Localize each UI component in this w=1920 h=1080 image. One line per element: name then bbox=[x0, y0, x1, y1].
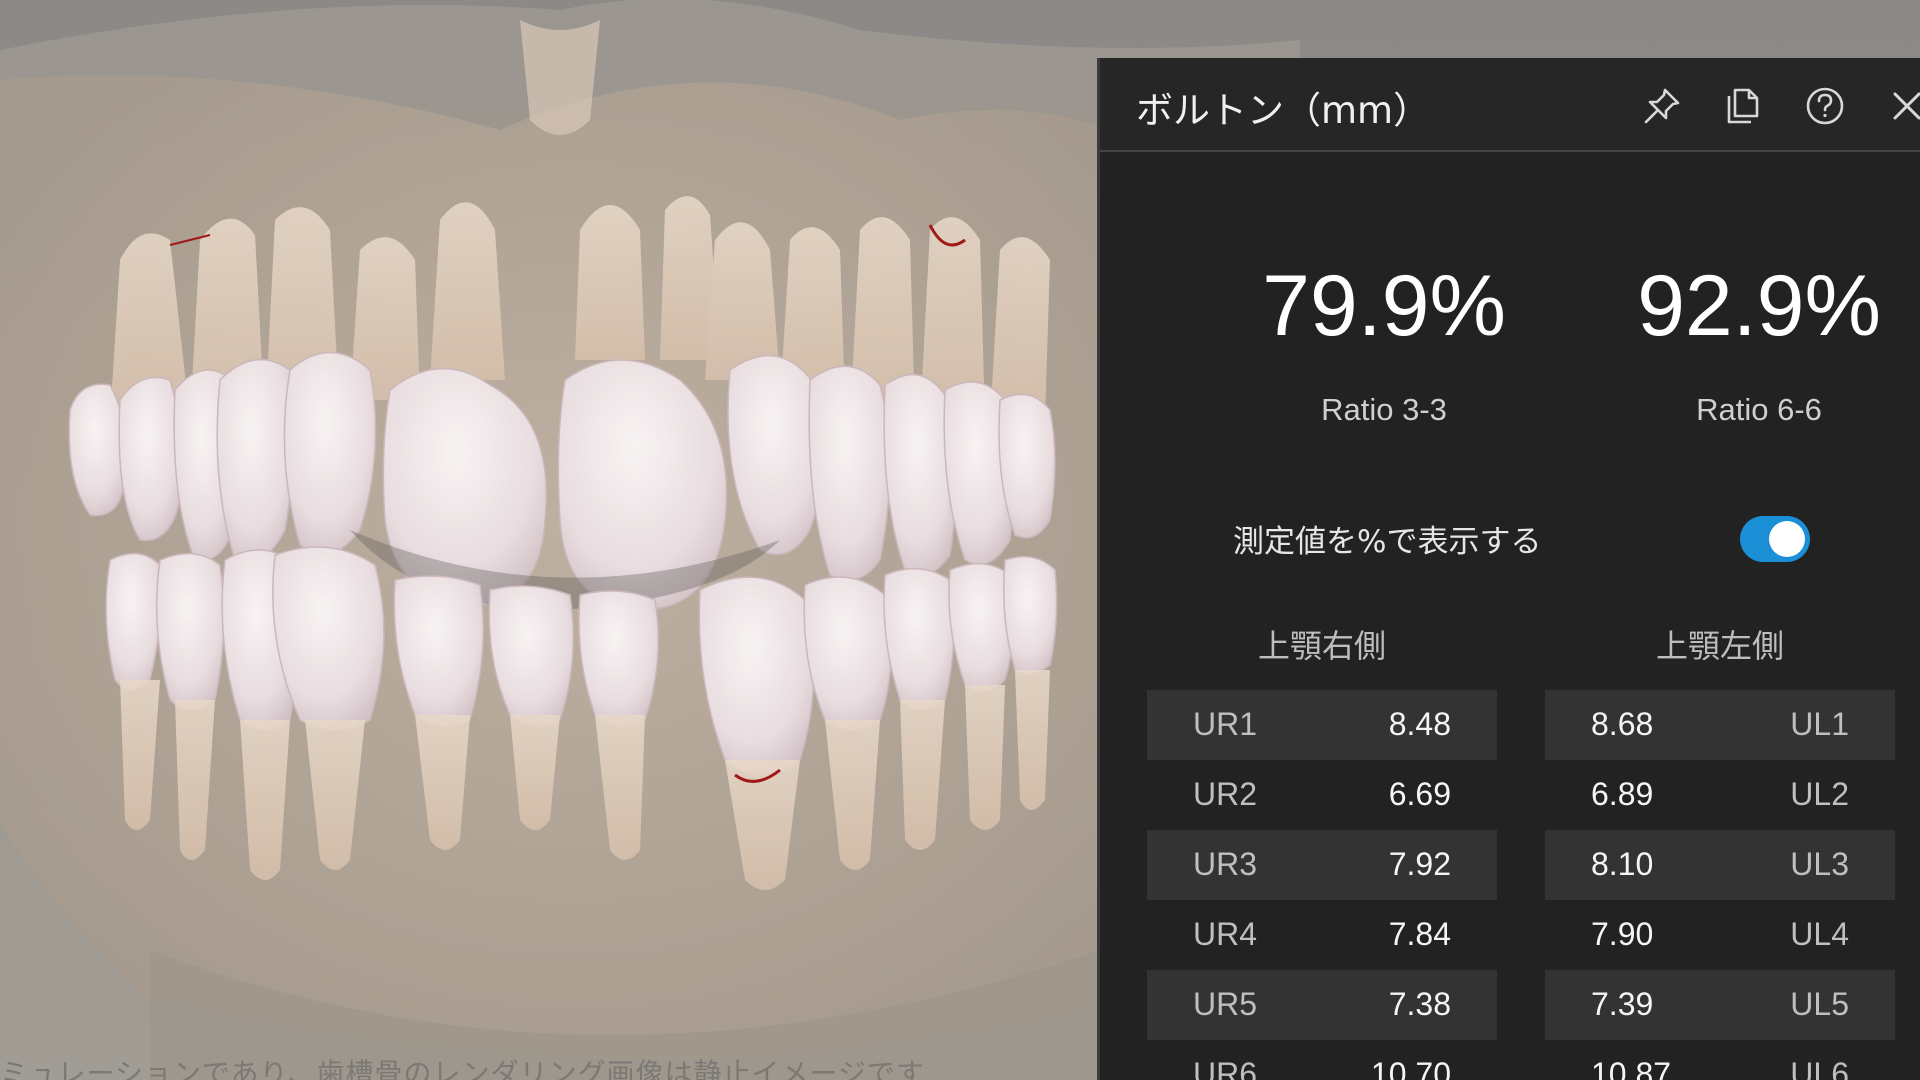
pin-icon[interactable] bbox=[1640, 84, 1684, 128]
bolton-panel: ボルトン（mm） 79.9% Ratio 3-3 92.9% Ratio 6-6… bbox=[1097, 58, 1920, 1080]
tooth-width-value: 10.87 bbox=[1591, 1056, 1672, 1080]
table-row: 8.68 UL1 bbox=[1545, 690, 1895, 760]
close-icon[interactable] bbox=[1885, 84, 1920, 128]
table-row: UR4 7.84 bbox=[1147, 900, 1497, 970]
app-window: ミュレーションであり、歯槽骨のレンダリング画像は静止イメージです ボルトン（mm… bbox=[0, 0, 1920, 1080]
tooth-width-value: 7.92 bbox=[1388, 846, 1451, 882]
table-row: UR3 7.92 bbox=[1147, 830, 1497, 900]
tooth-width-value: 6.89 bbox=[1591, 776, 1654, 812]
tooth-code: UR1 bbox=[1193, 706, 1258, 742]
tooth-width-value: 6.69 bbox=[1388, 776, 1451, 812]
help-icon[interactable] bbox=[1803, 84, 1847, 128]
upper-right-header: 上顎右側 bbox=[1257, 627, 1386, 665]
upper-left-header: 上顎左側 bbox=[1655, 627, 1784, 665]
tooth-code: UL5 bbox=[1790, 986, 1849, 1022]
tooth-width-value: 7.84 bbox=[1388, 916, 1451, 952]
upper-right-table: UR1 8.48 UR2 6.69 UR3 7.92 UR4 7.84 UR5 7.38 UR6 10… bbox=[1147, 690, 1497, 1080]
tooth-width-value: 10.70 bbox=[1370, 1056, 1451, 1080]
tooth-code: UL2 bbox=[1790, 776, 1849, 812]
tooth-code: UL3 bbox=[1790, 846, 1849, 882]
panel-header: ボルトン（mm） bbox=[1100, 58, 1920, 152]
ratio-6-6-label: Ratio 6-6 bbox=[1696, 392, 1822, 427]
tooth-width-value: 8.68 bbox=[1591, 706, 1654, 742]
tooth-code: UR2 bbox=[1193, 776, 1258, 812]
tooth-width-value: 7.90 bbox=[1591, 916, 1654, 952]
tooth-code: UR4 bbox=[1193, 916, 1258, 952]
copy-icon[interactable] bbox=[1721, 84, 1765, 128]
percent-toggle-label: 測定値を%で表示する bbox=[1233, 524, 1542, 560]
tooth-width-value: 8.10 bbox=[1591, 846, 1654, 882]
tooth-width-value: 7.38 bbox=[1388, 986, 1451, 1022]
percent-toggle[interactable] bbox=[1740, 516, 1810, 562]
ratio-6-6-value: 92.9% bbox=[1637, 258, 1881, 354]
table-row: 6.89 UL2 bbox=[1545, 760, 1895, 830]
tooth-width-value: 8.48 bbox=[1388, 706, 1451, 742]
tooth-code: UL1 bbox=[1790, 706, 1849, 742]
table-row: UR6 10.70 bbox=[1147, 1040, 1497, 1080]
panel-title: ボルトン（mm） bbox=[1136, 89, 1431, 132]
table-row: UR2 6.69 bbox=[1147, 760, 1497, 830]
tooth-code: UL4 bbox=[1790, 916, 1849, 952]
table-row: UR5 7.38 bbox=[1147, 970, 1497, 1040]
tooth-code: UR3 bbox=[1193, 846, 1258, 882]
ratio-3-3-value: 79.9% bbox=[1262, 258, 1506, 354]
table-row: UR1 8.48 bbox=[1147, 690, 1497, 760]
table-row: 7.39 UL5 bbox=[1545, 970, 1895, 1040]
upper-left-table: 8.68 UL1 6.89 UL2 8.10 UL3 7.90 UL4 7.39 UL5 10.87… bbox=[1545, 690, 1895, 1080]
tooth-code: UL6 bbox=[1790, 1056, 1849, 1080]
table-row: 10.87 UL6 bbox=[1545, 1040, 1895, 1080]
toggle-knob bbox=[1769, 521, 1805, 557]
table-row: 7.90 UL4 bbox=[1545, 900, 1895, 970]
disclaimer-text: ミュレーションであり、歯槽骨のレンダリング画像は静止イメージです bbox=[0, 1057, 925, 1080]
table-row: 8.10 UL3 bbox=[1545, 830, 1895, 900]
tooth-code: UR5 bbox=[1193, 986, 1258, 1022]
tooth-width-value: 7.39 bbox=[1591, 986, 1654, 1022]
tooth-code: UR6 bbox=[1193, 1056, 1258, 1080]
ratio-3-3-label: Ratio 3-3 bbox=[1321, 392, 1447, 427]
